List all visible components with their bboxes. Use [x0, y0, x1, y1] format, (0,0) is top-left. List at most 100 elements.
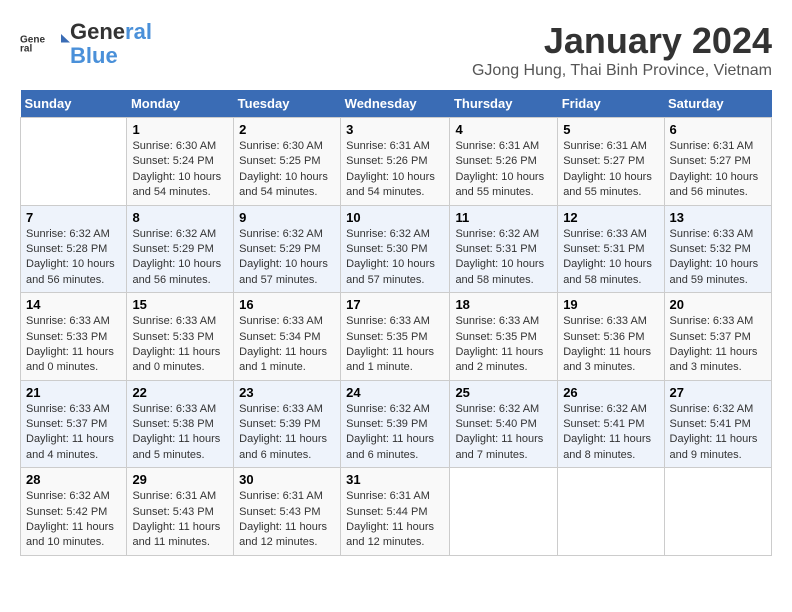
day-cell: 13Sunrise: 6:33 AM Sunset: 5:32 PM Dayli…: [664, 205, 771, 293]
day-cell: 4 Sunrise: 6:31 AM Sunset: 5:26 PM Daylig…: [450, 118, 558, 206]
page-header: Gene ral Gene ral General Blue January 2…: [20, 20, 772, 80]
logo-line2: Blue: [70, 44, 152, 68]
day-info: Sunrise: 6:30 AM Sunset: 5:25 PM Dayligh…: [239, 139, 335, 201]
day-info: Sunrise: 6:32 AM Sunset: 5:29 PM Dayligh…: [132, 227, 228, 289]
day-number: 25: [455, 385, 552, 400]
day-info: Sunrise: 6:32 AM Sunset: 5:30 PM Dayligh…: [346, 227, 444, 289]
day-info: Sunrise: 6:31 AM Sunset: 5:27 PM Dayligh…: [670, 139, 766, 201]
header-wednesday: Wednesday: [341, 90, 450, 118]
week-row-2: 14 Sunrise: 6:33 AM Sunset: 5:33 PM Dayli…: [21, 293, 772, 381]
day-info: Sunrise: 6:32 AM Sunset: 5:28 PM Dayligh…: [26, 227, 121, 289]
day-number: 30: [239, 472, 335, 487]
day-number: 19: [563, 297, 658, 312]
title-block: January 2024 GJong Hung, Thai Binh Provi…: [472, 20, 772, 80]
day-info: Sunrise: 6:33 AM Sunset: 5:35 PM Dayligh…: [346, 314, 444, 376]
day-info: Sunrise: 6:33 AM Sunset: 5:37 PM Dayligh…: [26, 402, 121, 464]
day-cell: 5Sunrise: 6:31 AM Sunset: 5:27 PM Daylig…: [558, 118, 664, 206]
day-cell: 22 Sunrise: 6:33 AM Sunset: 5:38 PM Dayli…: [127, 380, 234, 468]
day-cell: [450, 468, 558, 556]
day-number: 14: [26, 297, 121, 312]
day-info: Sunrise: 6:32 AM Sunset: 5:41 PM Dayligh…: [563, 402, 658, 464]
day-info: Sunrise: 6:33 AM Sunset: 5:38 PM Dayligh…: [132, 402, 228, 464]
day-cell: 18Sunrise: 6:33 AM Sunset: 5:35 PM Dayli…: [450, 293, 558, 381]
day-cell: [558, 468, 664, 556]
calendar-subtitle: GJong Hung, Thai Binh Province, Vietnam: [472, 62, 772, 80]
day-info: Sunrise: 6:31 AM Sunset: 5:43 PM Dayligh…: [132, 489, 228, 551]
day-info: Sunrise: 6:32 AM Sunset: 5:41 PM Dayligh…: [670, 402, 766, 464]
day-number: 16: [239, 297, 335, 312]
header-saturday: Saturday: [664, 90, 771, 118]
day-cell: 23Sunrise: 6:33 AM Sunset: 5:39 PM Dayli…: [234, 380, 341, 468]
day-cell: [664, 468, 771, 556]
day-number: 20: [670, 297, 766, 312]
day-info: Sunrise: 6:33 AM Sunset: 5:33 PM Dayligh…: [132, 314, 228, 376]
day-cell: 26Sunrise: 6:32 AM Sunset: 5:41 PM Dayli…: [558, 380, 664, 468]
day-cell: 6Sunrise: 6:31 AM Sunset: 5:27 PM Daylig…: [664, 118, 771, 206]
day-cell: 24 Sunrise: 6:32 AM Sunset: 5:39 PM Dayli…: [341, 380, 450, 468]
day-info: Sunrise: 6:31 AM Sunset: 5:43 PM Dayligh…: [239, 489, 335, 551]
day-cell: 10Sunrise: 6:32 AM Sunset: 5:30 PM Dayli…: [341, 205, 450, 293]
day-number: 12: [563, 210, 658, 225]
logo-text-block: General Blue: [70, 20, 152, 68]
day-info: Sunrise: 6:32 AM Sunset: 5:39 PM Dayligh…: [346, 402, 444, 464]
day-cell: 12Sunrise: 6:33 AM Sunset: 5:31 PM Dayli…: [558, 205, 664, 293]
day-info: Sunrise: 6:33 AM Sunset: 5:34 PM Dayligh…: [239, 314, 335, 376]
day-info: Sunrise: 6:30 AM Sunset: 5:24 PM Dayligh…: [132, 139, 228, 201]
day-info: Sunrise: 6:32 AM Sunset: 5:31 PM Dayligh…: [455, 227, 552, 289]
day-number: 9: [239, 210, 335, 225]
svg-text:ral: ral: [20, 44, 32, 55]
week-row-1: 7 Sunrise: 6:32 AM Sunset: 5:28 PM Daylig…: [21, 205, 772, 293]
day-number: 31: [346, 472, 444, 487]
day-info: Sunrise: 6:33 AM Sunset: 5:32 PM Dayligh…: [670, 227, 766, 289]
day-info: Sunrise: 6:33 AM Sunset: 5:33 PM Dayligh…: [26, 314, 121, 376]
day-info: Sunrise: 6:32 AM Sunset: 5:40 PM Dayligh…: [455, 402, 552, 464]
day-cell: 31Sunrise: 6:31 AM Sunset: 5:44 PM Dayli…: [341, 468, 450, 556]
day-cell: 2 Sunrise: 6:30 AM Sunset: 5:25 PM Daylig…: [234, 118, 341, 206]
day-number: 22: [132, 385, 228, 400]
day-cell: 30 Sunrise: 6:31 AM Sunset: 5:43 PM Dayli…: [234, 468, 341, 556]
day-info: Sunrise: 6:33 AM Sunset: 5:36 PM Dayligh…: [563, 314, 658, 376]
day-number: 29: [132, 472, 228, 487]
header-friday: Friday: [558, 90, 664, 118]
day-cell: 29 Sunrise: 6:31 AM Sunset: 5:43 PM Dayli…: [127, 468, 234, 556]
day-cell: 27 Sunrise: 6:32 AM Sunset: 5:41 PM Dayli…: [664, 380, 771, 468]
day-number: 15: [132, 297, 228, 312]
week-row-4: 28 Sunrise: 6:32 AM Sunset: 5:42 PM Dayli…: [21, 468, 772, 556]
day-cell: 1Sunrise: 6:30 AM Sunset: 5:24 PM Daylig…: [127, 118, 234, 206]
logo: Gene ral Gene ral General Blue: [20, 20, 152, 68]
week-row-0: 1Sunrise: 6:30 AM Sunset: 5:24 PM Daylig…: [21, 118, 772, 206]
header-row: SundayMondayTuesdayWednesdayThursdayFrid…: [21, 90, 772, 118]
day-number: 3: [346, 122, 444, 137]
day-cell: 8 Sunrise: 6:32 AM Sunset: 5:29 PM Daylig…: [127, 205, 234, 293]
day-number: 27: [670, 385, 766, 400]
calendar-table: SundayMondayTuesdayWednesdayThursdayFrid…: [20, 90, 772, 556]
day-number: 7: [26, 210, 121, 225]
day-number: 8: [132, 210, 228, 225]
header-sunday: Sunday: [21, 90, 127, 118]
day-info: Sunrise: 6:32 AM Sunset: 5:42 PM Dayligh…: [26, 489, 121, 551]
day-cell: 16 Sunrise: 6:33 AM Sunset: 5:34 PM Dayli…: [234, 293, 341, 381]
day-info: Sunrise: 6:31 AM Sunset: 5:26 PM Dayligh…: [455, 139, 552, 201]
header-thursday: Thursday: [450, 90, 558, 118]
day-cell: 3Sunrise: 6:31 AM Sunset: 5:26 PM Daylig…: [341, 118, 450, 206]
day-number: 11: [455, 210, 552, 225]
day-cell: [21, 118, 127, 206]
day-number: 17: [346, 297, 444, 312]
day-number: 2: [239, 122, 335, 137]
day-cell: 15 Sunrise: 6:33 AM Sunset: 5:33 PM Dayli…: [127, 293, 234, 381]
day-number: 21: [26, 385, 121, 400]
header-tuesday: Tuesday: [234, 90, 341, 118]
day-cell: 28 Sunrise: 6:32 AM Sunset: 5:42 PM Dayli…: [21, 468, 127, 556]
logo-graphic: Gene ral: [20, 24, 70, 64]
day-number: 23: [239, 385, 335, 400]
day-number: 24: [346, 385, 444, 400]
day-cell: 20 Sunrise: 6:33 AM Sunset: 5:37 PM Dayli…: [664, 293, 771, 381]
calendar-title: January 2024: [472, 20, 772, 62]
day-info: Sunrise: 6:33 AM Sunset: 5:37 PM Dayligh…: [670, 314, 766, 376]
logo-line1: General: [70, 20, 152, 44]
day-number: 4: [455, 122, 552, 137]
day-number: 18: [455, 297, 552, 312]
day-info: Sunrise: 6:32 AM Sunset: 5:29 PM Dayligh…: [239, 227, 335, 289]
day-number: 28: [26, 472, 121, 487]
day-cell: 25 Sunrise: 6:32 AM Sunset: 5:40 PM Dayli…: [450, 380, 558, 468]
